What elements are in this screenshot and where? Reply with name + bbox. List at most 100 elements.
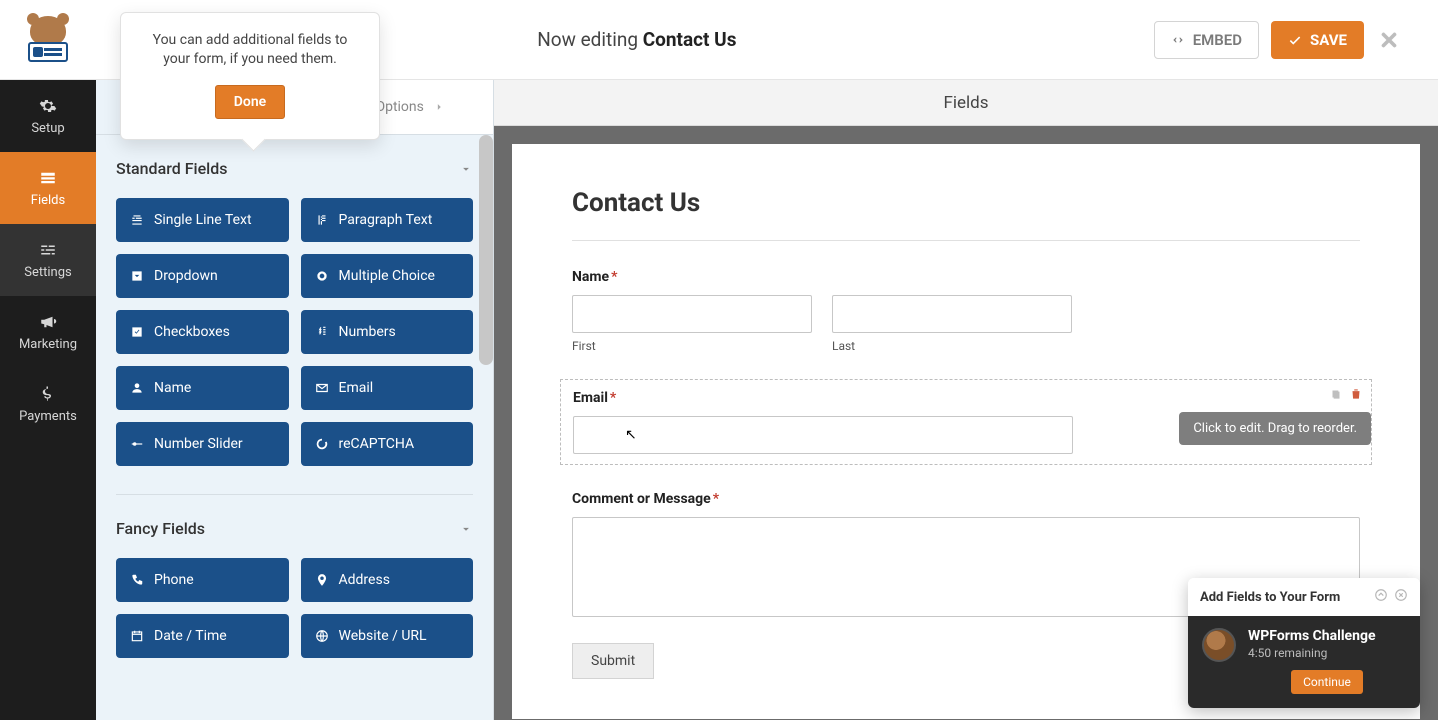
field-chip-icon	[315, 269, 329, 283]
nav-payments[interactable]: Payments	[0, 368, 96, 440]
close-button[interactable]	[1364, 29, 1414, 51]
field-chip-icon	[315, 325, 329, 339]
field-email[interactable]: Email* ↖ Click to edit. Drag to reorder.	[560, 379, 1372, 465]
section-standard-label: Standard Fields	[116, 159, 227, 178]
preview-header: Fields	[494, 80, 1438, 126]
check-icon	[1288, 33, 1302, 47]
field-chip-label: Date / Time	[154, 628, 227, 644]
field-chip[interactable]: Numbers	[301, 310, 474, 354]
dollar-icon	[39, 385, 57, 403]
nav-settings-label: Settings	[24, 265, 71, 280]
field-chip[interactable]: Name	[116, 366, 289, 410]
field-chip[interactable]: Paragraph Text	[301, 198, 474, 242]
code-icon	[1171, 33, 1185, 47]
field-email-label: Email	[573, 390, 608, 406]
sublabel-last: Last	[832, 339, 1072, 353]
input-first-name[interactable]	[572, 295, 812, 333]
field-chip-icon	[130, 629, 144, 643]
embed-button-label: EMBED	[1193, 31, 1242, 49]
save-button[interactable]: SAVE	[1271, 21, 1364, 59]
field-chip[interactable]: reCAPTCHA	[301, 422, 474, 466]
field-chip-icon	[315, 381, 329, 395]
sublabel-first: First	[572, 339, 812, 353]
nav-setup-label: Setup	[31, 121, 64, 136]
field-chip[interactable]: Single Line Text	[116, 198, 289, 242]
field-chip[interactable]: Website / URL	[301, 614, 474, 658]
field-chip-icon	[130, 381, 144, 395]
nav-marketing[interactable]: Marketing	[0, 296, 96, 368]
field-chip[interactable]: Multiple Choice	[301, 254, 474, 298]
popover-done-button[interactable]: Done	[215, 85, 285, 119]
field-chip[interactable]: Dropdown	[116, 254, 289, 298]
collapse-icon[interactable]	[1374, 588, 1388, 606]
field-chip[interactable]: Number Slider	[116, 422, 289, 466]
field-chip[interactable]: Email	[301, 366, 474, 410]
field-chip-label: Dropdown	[154, 268, 218, 284]
nav-fields[interactable]: Fields	[0, 152, 96, 224]
main-nav: Setup Fields Settings Marketing Payments	[0, 0, 96, 720]
required-asterisk: *	[610, 390, 616, 406]
field-chip-label: Phone	[154, 572, 194, 588]
chevron-down-icon	[459, 162, 473, 176]
bullhorn-icon	[39, 313, 57, 331]
challenge-title: WPForms Challenge	[1248, 628, 1406, 644]
gear-icon	[39, 97, 57, 115]
field-chip-label: Name	[154, 380, 191, 396]
field-chip-icon	[130, 437, 144, 451]
embed-button[interactable]: EMBED	[1154, 21, 1259, 59]
field-chip[interactable]: Address	[301, 558, 474, 602]
field-chip-label: Number Slider	[154, 436, 243, 452]
logo[interactable]	[0, 0, 96, 80]
field-chip-label: reCAPTCHA	[339, 436, 415, 452]
field-chip-icon	[130, 325, 144, 339]
nav-payments-label: Payments	[19, 409, 77, 424]
nav-settings[interactable]: Settings	[0, 224, 96, 296]
field-chip[interactable]: Checkboxes	[116, 310, 289, 354]
field-comment-label: Comment or Message	[572, 491, 711, 507]
section-fancy[interactable]: Fancy Fields	[116, 495, 473, 558]
field-chip-label: Website / URL	[339, 628, 427, 644]
nav-marketing-label: Marketing	[19, 337, 77, 352]
submit-button[interactable]: Submit	[572, 643, 654, 679]
required-asterisk: *	[713, 491, 719, 507]
field-chip-label: Numbers	[339, 324, 396, 340]
sliders-icon	[39, 241, 57, 259]
input-email[interactable]	[573, 416, 1073, 454]
field-chip[interactable]: Date / Time	[116, 614, 289, 658]
challenge-widget: Add Fields to Your Form WPForms Challeng…	[1188, 578, 1420, 708]
challenge-head-label: Add Fields to Your Form	[1200, 590, 1340, 605]
field-chip-icon	[130, 213, 144, 227]
fields-panel: Add Fields Field Options Standard Fields	[96, 80, 494, 720]
form-title[interactable]: Contact Us	[572, 188, 1360, 218]
mascot-avatar	[1202, 628, 1236, 662]
section-fancy-label: Fancy Fields	[116, 519, 205, 538]
field-chip-icon	[130, 269, 144, 283]
onboarding-popover: You can add additional fields to your fo…	[120, 12, 380, 140]
chevron-right-icon	[432, 100, 446, 114]
field-chip-icon	[315, 213, 329, 227]
required-asterisk: *	[611, 269, 617, 285]
field-chip-label: Multiple Choice	[339, 268, 435, 284]
field-chip-icon	[315, 629, 329, 643]
challenge-continue-button[interactable]: Continue	[1291, 670, 1363, 694]
chevron-down-icon	[459, 522, 473, 536]
save-button-label: SAVE	[1310, 31, 1347, 49]
mascot-icon	[24, 16, 72, 64]
field-chip-icon	[315, 437, 329, 451]
trash-icon[interactable]	[1349, 386, 1363, 405]
field-chip[interactable]: Phone	[116, 558, 289, 602]
duplicate-icon[interactable]	[1329, 386, 1343, 405]
field-chip-label: Address	[339, 572, 390, 588]
input-last-name[interactable]	[832, 295, 1072, 333]
section-standard[interactable]: Standard Fields	[116, 135, 473, 198]
close-icon	[1378, 29, 1400, 51]
topbar-title-prefix: Now editing	[537, 28, 643, 51]
field-name-label: Name	[572, 269, 609, 285]
field-chip-icon	[315, 573, 329, 587]
field-chip-label: Checkboxes	[154, 324, 230, 340]
field-name[interactable]: Name* First Last	[572, 269, 1360, 353]
close-icon[interactable]	[1394, 588, 1408, 606]
field-hint: Click to edit. Drag to reorder.	[1179, 412, 1371, 445]
divider	[572, 240, 1360, 241]
nav-setup[interactable]: Setup	[0, 80, 96, 152]
